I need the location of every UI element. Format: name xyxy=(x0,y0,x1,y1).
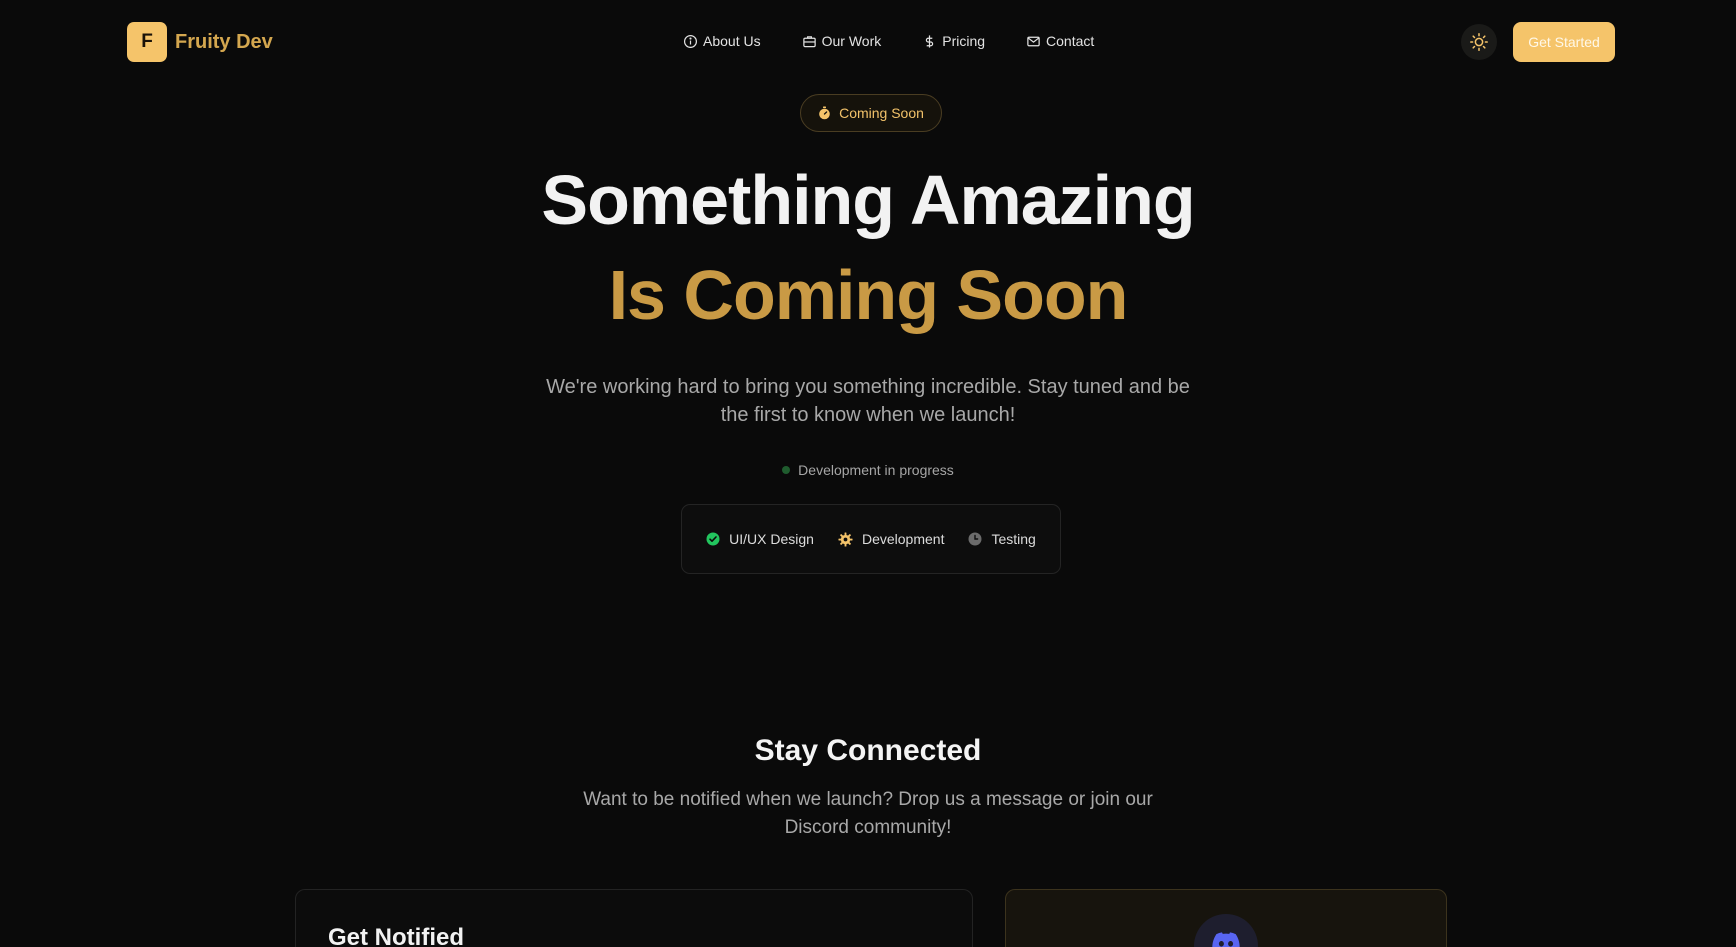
status-dot xyxy=(782,466,791,474)
status-indicator: Development in progress xyxy=(0,462,1736,478)
notify-card: Get Notified xyxy=(295,889,973,947)
status-text: Development in progress xyxy=(798,462,954,478)
nav-about-us[interactable]: About Us xyxy=(683,33,761,49)
step-label: Testing xyxy=(991,531,1036,547)
logo[interactable]: F Fruity Dev xyxy=(127,22,273,62)
nav-our-work-label: Our Work xyxy=(821,33,882,49)
site-header: F Fruity Dev About Us Our Work Pricing C… xyxy=(0,0,1736,86)
clock-icon xyxy=(968,532,982,546)
check-circle-icon xyxy=(706,532,720,546)
discord-card[interactable] xyxy=(1005,889,1447,947)
nav-pricing-label: Pricing xyxy=(942,33,986,49)
get-started-button[interactable]: Get Started xyxy=(1513,22,1615,62)
hero-subtitle: We're working hard to bring you somethin… xyxy=(546,376,1190,426)
step-ui-ux-design: UI/UX Design xyxy=(706,531,814,547)
step-testing: Testing xyxy=(968,531,1036,547)
page: F Fruity Dev About Us Our Work Pricing C… xyxy=(0,0,1736,947)
step-label: UI/UX Design xyxy=(729,531,814,547)
hero-title-line2: Is Coming Soon xyxy=(608,256,1129,334)
dollar-icon xyxy=(922,34,937,49)
badge-label: Coming Soon xyxy=(839,105,924,121)
notify-card-title: Get Notified xyxy=(328,924,464,947)
nav-about-us-label: About Us xyxy=(703,33,761,49)
step-label: Development xyxy=(861,531,945,547)
main-nav: About Us Our Work Pricing Contact xyxy=(683,33,1094,49)
mail-icon xyxy=(1026,34,1041,49)
stay-connected-subtitle: Want to be notified when we launch? Drop… xyxy=(583,789,1153,838)
nav-contact[interactable]: Contact xyxy=(1026,33,1094,49)
briefcase-icon xyxy=(802,34,817,49)
stopwatch-icon xyxy=(818,106,831,120)
coming-soon-badge: Coming Soon xyxy=(800,94,942,132)
info-icon xyxy=(683,34,698,49)
discord-icon xyxy=(1212,932,1240,947)
discord-icon-wrap xyxy=(1194,914,1258,947)
nav-pricing[interactable]: Pricing xyxy=(922,33,985,49)
nav-contact-label: Contact xyxy=(1046,33,1095,49)
hero-title-line1: Something Amazing xyxy=(541,161,1195,239)
brand-name: Fruity Dev xyxy=(175,30,273,53)
gear-icon xyxy=(838,531,853,547)
step-development: Development xyxy=(838,531,945,547)
logo-mark: F xyxy=(127,22,167,62)
sun-icon xyxy=(1469,32,1489,52)
theme-toggle-button[interactable] xyxy=(1461,24,1497,60)
nav-our-work[interactable]: Our Work xyxy=(802,33,882,49)
progress-steps: UI/UX Design Development Testing xyxy=(681,504,1061,574)
stay-connected-title: Stay Connected xyxy=(754,734,982,767)
